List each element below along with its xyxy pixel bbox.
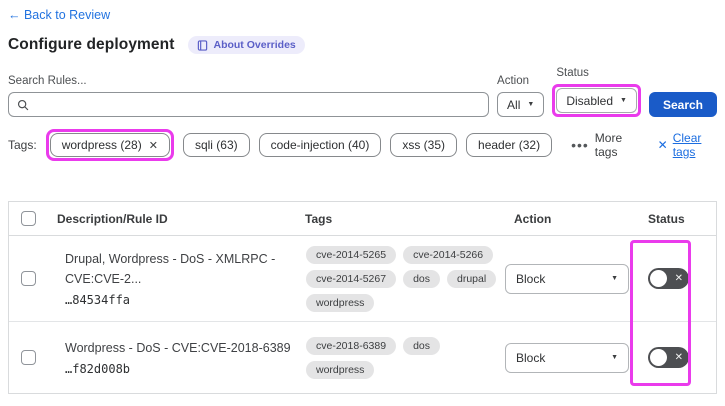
configure-deployment-page: ← Back to Review Configure deployment Ab… — [0, 0, 725, 406]
toggle-off-icon: ✕ — [674, 351, 683, 363]
filters-bar: Search Rules... Action All ▼ Status Disa… — [8, 67, 717, 117]
toggle-off-icon: ✕ — [674, 272, 683, 284]
tag-pill: drupal — [447, 269, 497, 288]
tag-pill: cve-2018-6389 — [306, 336, 397, 355]
column-header-status: Status — [648, 211, 685, 226]
ellipsis-icon: ••• — [571, 137, 589, 153]
remove-tag-icon[interactable]: ✕ — [149, 139, 158, 152]
chevron-down-icon: ▼ — [620, 97, 627, 104]
status-filter-highlight: Disabled ▼ — [552, 84, 641, 117]
tag-pill: wordpress — [306, 293, 375, 312]
tag-pill: cve-2014-5265 — [306, 245, 397, 264]
tag-pill: dos — [403, 269, 440, 288]
rule-id: …f82d008b — [65, 362, 131, 377]
tag-chip-label: wordpress (28) — [61, 138, 142, 152]
tag-chip-label: header (32) — [478, 138, 541, 152]
more-tags-button[interactable]: ••• More tags — [571, 131, 637, 159]
search-input-box[interactable] — [8, 92, 490, 117]
tag-pill: dos — [403, 336, 440, 355]
column-header-description: Description/Rule ID — [57, 211, 168, 226]
chevron-down-icon: ▼ — [527, 101, 535, 108]
search-icon — [17, 99, 29, 111]
action-select[interactable]: Block ▼ — [505, 342, 629, 373]
tag-chip-code-injection[interactable]: code-injection (40) — [258, 133, 382, 157]
page-title: Configure deployment — [8, 36, 175, 53]
more-tags-label: More tags — [594, 131, 623, 159]
clear-tags-button[interactable]: ✕ Clear tags — [658, 131, 717, 159]
tag-pill: wordpress — [306, 360, 375, 379]
tag-chip-label: code-injection (40) — [270, 138, 370, 152]
table-row: Wordpress - DoS - CVE:CVE-2018-6389 …f82… — [9, 322, 716, 393]
tag-pill: cve-2014-5266 — [403, 245, 494, 264]
rules-table: Description/Rule ID Tags Action Status D… — [8, 201, 717, 394]
toggle-knob — [650, 270, 667, 287]
search-rules-input[interactable] — [35, 93, 481, 116]
table-row: Drupal, Wordpress - DoS - XMLRPC - CVE:C… — [9, 236, 716, 322]
tag-pill: cve-2014-5267 — [306, 269, 397, 288]
row-checkbox[interactable] — [21, 350, 36, 365]
clear-tags-label: Clear tags — [672, 131, 702, 159]
action-select[interactable]: Block ▼ — [505, 263, 629, 294]
action-select-value: Block — [516, 271, 546, 286]
title-row: Configure deployment About Overrides — [8, 36, 717, 54]
status-toggle[interactable]: ✕ — [648, 347, 689, 368]
status-filter-dropdown[interactable]: Disabled ▼ — [556, 88, 637, 113]
tags-label: Tags: — [8, 138, 37, 152]
chevron-down-icon: ▼ — [611, 354, 618, 361]
selected-tag-highlight: wordpress (28) ✕ — [45, 129, 174, 161]
status-toggle[interactable]: ✕ — [648, 268, 689, 289]
tag-chip-sqli[interactable]: sqli (63) — [182, 133, 250, 157]
rule-tags: cve-2018-6389 dos wordpress — [305, 329, 505, 387]
close-icon: ✕ — [657, 138, 668, 152]
action-select-value: Block — [516, 350, 546, 365]
column-header-tags: Tags — [305, 211, 333, 226]
tag-chip-header[interactable]: header (32) — [466, 133, 553, 157]
book-icon — [197, 39, 208, 51]
action-filter-dropdown[interactable]: All ▼ — [497, 92, 545, 117]
action-filter-value: All — [507, 97, 521, 112]
action-filter-label: Action — [497, 75, 530, 87]
about-overrides-label: About Overrides — [213, 39, 296, 51]
rule-tags: cve-2014-5265 cve-2014-5266 cve-2014-526… — [305, 238, 505, 320]
tags-bar: Tags: wordpress (28) ✕ sqli (63) code-in… — [8, 129, 717, 161]
search-rules-label: Search Rules... — [8, 75, 87, 87]
status-filter-label: Status — [556, 67, 589, 79]
select-all-checkbox[interactable] — [21, 211, 36, 226]
back-to-review-link[interactable]: ← Back to Review — [8, 8, 110, 22]
toggle-knob — [650, 349, 667, 366]
column-header-action: Action — [514, 211, 552, 226]
status-filter-value: Disabled — [566, 93, 614, 108]
tag-chip-label: xss (35) — [402, 138, 446, 152]
search-button[interactable]: Search — [648, 92, 717, 117]
chevron-down-icon: ▼ — [611, 275, 618, 282]
rule-description: Wordpress - DoS - CVE:CVE-2018-6389 — [65, 340, 291, 355]
row-checkbox[interactable] — [21, 271, 36, 286]
about-overrides-badge[interactable]: About Overrides — [188, 36, 305, 54]
rule-description: Drupal, Wordpress - DoS - XMLRPC - CVE:C… — [65, 252, 276, 286]
tag-chip-xss[interactable]: xss (35) — [390, 133, 458, 157]
tag-chip-wordpress[interactable]: wordpress (28) ✕ — [49, 133, 170, 157]
table-header-row: Description/Rule ID Tags Action Status — [9, 202, 716, 236]
rule-id: …84534ffa — [65, 292, 131, 307]
tag-chip-label: sqli (63) — [194, 138, 238, 152]
